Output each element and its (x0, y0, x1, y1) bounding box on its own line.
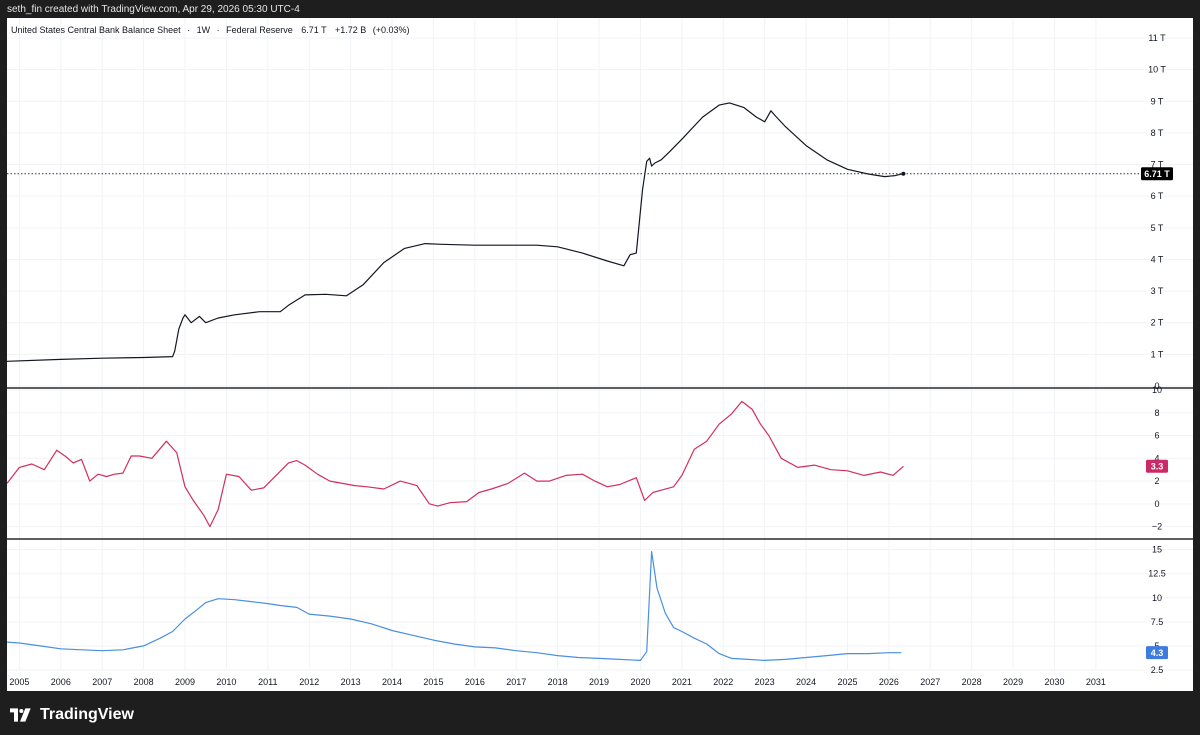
chart-canvas[interactable]: 2005 2006 2007 2008 2009 2010 2011 2012 2013 2014… (7, 18, 1193, 691)
x-tick-2016: 2016 (465, 677, 485, 687)
main-y-tick: 4 T (1151, 254, 1164, 264)
main-y-tick: 8 T (1151, 128, 1164, 138)
main-y-tick: 1 T (1151, 349, 1164, 359)
middle-y-tick: 2 (1154, 476, 1159, 486)
main-y-tick: 5 T (1151, 223, 1164, 233)
x-tick-2006: 2006 (51, 677, 71, 687)
x-tick-2015: 2015 (423, 677, 443, 687)
axis-labels: 2005 2006 2007 2008 2009 2010 2011 2012 2013 2014… (9, 33, 1166, 687)
x-tick-2024: 2024 (796, 677, 816, 687)
x-tick-2020: 2020 (630, 677, 650, 687)
main-y-tick: 3 T (1151, 286, 1164, 296)
credit-text: seth_fin created with TradingView.com, A… (7, 4, 300, 15)
x-tick-2014: 2014 (382, 677, 402, 687)
legend-title: United States Central Bank Balance Sheet (11, 25, 181, 35)
x-tick-2029: 2029 (1003, 677, 1023, 687)
x-tick-2005: 2005 (9, 677, 29, 687)
middle-y-tick: 0 (1154, 499, 1159, 509)
main-y-tick: 2 T (1151, 318, 1164, 328)
x-tick-2026: 2026 (879, 677, 899, 687)
bottom-y-tick: 7.5 (1151, 617, 1164, 627)
legend-last-value: 6.71 T (301, 25, 327, 35)
legend-change: +1.72 B (335, 25, 366, 35)
x-tick-2022: 2022 (713, 677, 733, 687)
legend-sep-2: · (217, 25, 220, 35)
middle-series-line[interactable] (7, 400, 904, 528)
x-tick-2009: 2009 (175, 677, 195, 687)
bottom-y-tick: 2.5 (1151, 665, 1164, 675)
tradingview-logo-icon (10, 708, 31, 722)
x-tick-2023: 2023 (755, 677, 775, 687)
tradingview-logo[interactable]: TradingView (10, 704, 134, 726)
x-tick-2031: 2031 (1086, 677, 1106, 687)
main-y-tick: 10 T (1148, 65, 1166, 75)
middle-last-value-label: 3.3 (1151, 461, 1164, 471)
legend-change-pct: (+0.03%) (373, 25, 410, 35)
series-lines (7, 102, 1145, 661)
brand-name: TradingView (40, 706, 134, 723)
main-y-tick: 6 T (1151, 191, 1164, 201)
x-tick-2019: 2019 (589, 677, 609, 687)
middle-y-tick: 6 (1154, 431, 1159, 441)
grid-lines (7, 18, 1193, 671)
bottom-y-tick: 10 (1152, 593, 1162, 603)
legend-interval: 1W (197, 25, 211, 35)
x-tick-2011: 2011 (258, 677, 277, 687)
main-y-tick: 9 T (1151, 96, 1164, 106)
bottom-y-tick: 12.5 (1148, 569, 1166, 579)
bottom-y-tick: 15 (1152, 545, 1162, 555)
last-point-marker (901, 171, 906, 176)
main-last-value-label: 6.71 T (1144, 169, 1170, 179)
chart-container[interactable]: 2005 2006 2007 2008 2009 2010 2011 2012 2013 2014… (7, 18, 1193, 691)
legend-sep-1: · (187, 25, 190, 35)
bottom-series-line[interactable] (7, 551, 902, 661)
x-tick-2013: 2013 (341, 677, 361, 687)
middle-y-tick: −2 (1152, 522, 1162, 532)
chart-credit-header: seth_fin created with TradingView.com, A… (7, 3, 300, 17)
x-tick-2021: 2021 (672, 677, 692, 687)
middle-y-tick: 8 (1154, 408, 1159, 418)
x-tick-2030: 2030 (1044, 677, 1064, 687)
x-tick-2017: 2017 (506, 677, 526, 687)
x-tick-2010: 2010 (216, 677, 236, 687)
bottom-last-value-label: 4.3 (1151, 648, 1164, 658)
x-tick-2018: 2018 (548, 677, 568, 687)
x-tick-2028: 2028 (962, 677, 982, 687)
x-tick-2025: 2025 (837, 677, 857, 687)
x-tick-2008: 2008 (134, 677, 154, 687)
legend-source: Federal Reserve (226, 25, 293, 35)
main-series-legend[interactable]: United States Central Bank Balance Sheet… (11, 25, 410, 35)
middle-y-tick: 10 (1152, 385, 1162, 395)
x-tick-2012: 2012 (299, 677, 319, 687)
main-y-tick: 11 T (1148, 33, 1166, 43)
x-tick-2027: 2027 (920, 677, 940, 687)
x-tick-2007: 2007 (92, 677, 112, 687)
